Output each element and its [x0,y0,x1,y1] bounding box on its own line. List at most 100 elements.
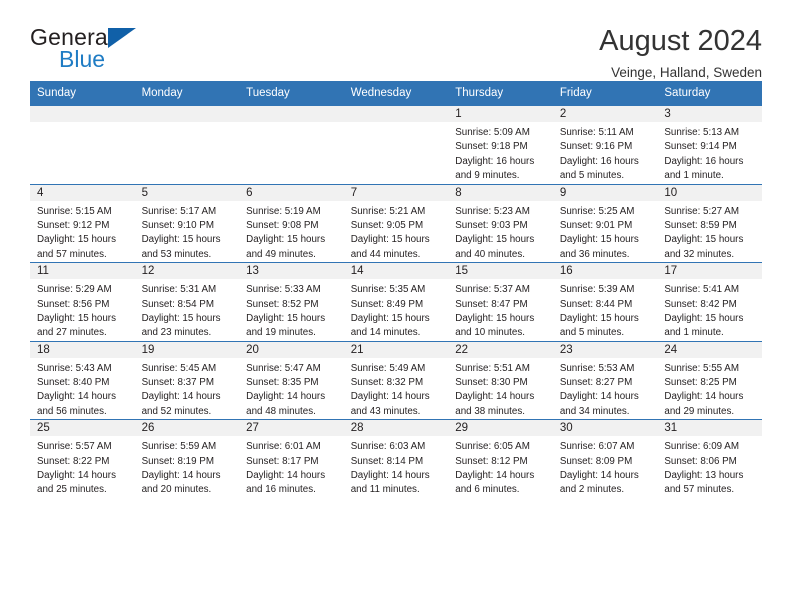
sunset-time: Sunset: 8:22 PM [37,455,110,467]
sunrise-time: Sunrise: 5:33 AM [246,284,321,296]
sunrise-time: Sunrise: 5:49 AM [350,362,426,374]
sun-times-block: Sunrise: 6:07 AM Sunset: 8:09 PM Daylight:… [553,436,658,498]
calendar-day-cell[interactable]: 20 Sunrise: 5:47 AM Sunset: 8:35 PM Dayligh… [239,340,344,420]
sunrise-time: Sunrise: 5:11 AM [559,127,634,138]
calendar-day-cell[interactable]: 29 Sunrise: 6:05 AM Sunset: 8:12 PM Dayligh… [448,419,553,498]
calendar-day-cell[interactable]: 25 Sunrise: 5:57 AM Sunset: 8:22 PM Dayligh… [30,419,135,498]
daylight-duration-line1: Daylight: 14 hours [37,470,116,482]
daylight-duration-line2: and 5 minutes. [559,327,625,339]
calendar-day-cell[interactable]: 5 Sunrise: 5:17 AM Sunset: 9:10 PM Daylight… [134,183,240,263]
calendar-day-cell[interactable]: 12 Sunrise: 5:31 AM Sunset: 8:54 PM Dayligh… [134,262,240,342]
general-blue-logo[interactable]: General Blue [30,26,150,80]
calendar-day-cell[interactable]: 31 Sunrise: 6:09 AM Sunset: 8:06 PM Dayligh… [657,419,762,498]
calendar-day-cell[interactable]: 8 Sunrise: 5:23 AM Sunset: 9:03 PM Daylight… [448,183,553,263]
calendar-day-cell[interactable]: 3 Sunrise: 5:13 AM Sunset: 9:14 PM Daylight… [657,105,762,185]
weekday-header-wednesday: Wednesday [343,81,449,106]
daylight-duration-line2: and 20 minutes. [141,484,212,496]
sunrise-time: Sunrise: 5:29 AM [37,284,112,296]
calendar-day-cell-empty [239,105,344,185]
day-number [134,106,240,122]
sun-times-block: Sunrise: 6:05 AM Sunset: 8:12 PM Daylight:… [448,436,553,498]
daylight-duration-line1: Daylight: 15 hours [141,312,221,324]
sun-times-block: Sunrise: 5:35 AM Sunset: 8:49 PM Daylight:… [344,279,449,341]
sun-times-block: Sunrise: 5:31 AM Sunset: 8:54 PM Daylight:… [135,279,240,341]
calendar-day-cell[interactable]: 6 Sunrise: 5:19 AM Sunset: 9:08 PM Daylight… [239,183,344,263]
daylight-duration-line2: and 11 minutes. [350,484,420,496]
calendar-day-cell[interactable]: 22 Sunrise: 5:51 AM Sunset: 8:30 PM Dayligh… [448,340,553,420]
calendar-day-cell[interactable]: 30 Sunrise: 6:07 AM Sunset: 8:09 PM Dayligh… [552,419,658,498]
calendar-day-cell[interactable]: 10 Sunrise: 5:27 AM Sunset: 8:59 PM Dayligh… [657,183,762,263]
sunrise-time: Sunrise: 5:23 AM [455,205,530,217]
calendar-day-cell[interactable]: 9 Sunrise: 5:25 AM Sunset: 9:01 PM Daylight… [552,183,658,263]
sunset-time: Sunset: 8:35 PM [246,377,319,389]
day-number: 22 [448,341,553,358]
calendar-grid: Sunday Monday Tuesday Wednesday Thursday… [30,81,762,498]
weekday-header-friday: Friday [552,81,658,106]
sunset-time: Sunset: 9:16 PM [559,141,633,153]
calendar-day-cell[interactable]: 21 Sunrise: 5:49 AM Sunset: 8:32 PM Dayligh… [343,340,449,420]
calendar-body: 1 Sunrise: 5:09 AM Sunset: 9:18 PM Daylight… [30,105,762,498]
sun-times-block: Sunrise: 5:13 AM Sunset: 9:14 PM Daylight:… [657,122,762,184]
logo-triangle-icon [108,28,136,48]
sun-times-block: Sunrise: 5:21 AM Sunset: 9:05 PM Daylight:… [344,201,449,263]
daylight-duration-line1: Daylight: 15 hours [141,234,221,246]
day-number [239,106,344,122]
calendar-day-cell[interactable]: 17 Sunrise: 5:41 AM Sunset: 8:42 PM Dayligh… [657,262,762,342]
calendar-page: General Blue August 2024 Veinge, Halland… [0,0,792,612]
calendar-day-cell[interactable]: 14 Sunrise: 5:35 AM Sunset: 8:49 PM Dayligh… [343,262,449,342]
weekday-header-row: Sunday Monday Tuesday Wednesday Thursday… [30,81,762,106]
calendar-day-cell[interactable]: 4 Sunrise: 5:15 AM Sunset: 9:12 PM Daylight… [30,183,135,263]
calendar-day-cell[interactable]: 26 Sunrise: 5:59 AM Sunset: 8:19 PM Dayligh… [134,419,240,498]
sun-times-block: Sunrise: 5:29 AM Sunset: 8:56 PM Daylight:… [30,279,135,341]
sunrise-time: Sunrise: 5:53 AM [559,362,635,374]
sunset-time: Sunset: 8:54 PM [141,298,214,310]
day-number: 19 [134,341,240,358]
calendar-week-row: 1 Sunrise: 5:09 AM Sunset: 9:18 PM Daylight… [30,105,762,185]
sunrise-time: Sunrise: 5:17 AM [141,205,217,217]
calendar-day-cell[interactable]: 23 Sunrise: 5:53 AM Sunset: 8:27 PM Dayligh… [552,340,658,420]
sun-times-block: Sunrise: 5:09 AM Sunset: 9:18 PM Daylight:… [448,122,553,184]
calendar-day-cell[interactable]: 28 Sunrise: 6:03 AM Sunset: 8:14 PM Dayligh… [343,419,449,498]
sunset-time: Sunset: 8:25 PM [664,377,737,389]
daylight-duration-line1: Daylight: 14 hours [246,470,326,482]
daylight-duration-line2: and 34 minutes. [559,405,630,417]
logo-text-blue: Blue [59,46,106,72]
sun-times-block: Sunrise: 5:37 AM Sunset: 8:47 PM Daylight:… [448,279,553,341]
weekday-header-thursday: Thursday [448,81,553,106]
day-number: 31 [657,420,762,437]
daylight-duration-line1: Daylight: 15 hours [455,312,535,324]
day-number: 18 [30,341,135,358]
daylight-duration-line1: Daylight: 15 hours [37,312,116,324]
day-number: 17 [657,263,762,280]
daylight-duration-line2: and 9 minutes. [455,170,520,182]
calendar-day-cell[interactable]: 13 Sunrise: 5:33 AM Sunset: 8:52 PM Dayligh… [239,262,344,342]
daylight-duration-line2: and 43 minutes. [350,405,421,417]
sunset-time: Sunset: 8:56 PM [37,298,110,310]
calendar-day-cell[interactable]: 11 Sunrise: 5:29 AM Sunset: 8:56 PM Dayligh… [30,262,135,342]
daylight-duration-line2: and 6 minutes. [455,484,520,496]
calendar-day-cell[interactable]: 19 Sunrise: 5:45 AM Sunset: 8:37 PM Dayligh… [134,340,240,420]
calendar-day-cell[interactable]: 15 Sunrise: 5:37 AM Sunset: 8:47 PM Dayligh… [448,262,553,342]
sunset-time: Sunset: 8:27 PM [559,377,633,389]
calendar-day-cell[interactable]: 16 Sunrise: 5:39 AM Sunset: 8:44 PM Dayligh… [552,262,658,342]
sun-times-block: Sunrise: 5:45 AM Sunset: 8:37 PM Daylight:… [135,358,240,420]
calendar-day-cell[interactable]: 2 Sunrise: 5:11 AM Sunset: 9:16 PM Daylight… [552,105,658,185]
daylight-duration-line2: and 29 minutes. [664,405,735,417]
calendar-day-cell[interactable]: 27 Sunrise: 6:01 AM Sunset: 8:17 PM Dayligh… [239,419,344,498]
sunrise-time: Sunrise: 5:19 AM [246,205,321,217]
daylight-duration-line1: Daylight: 15 hours [664,234,744,246]
calendar-day-cell[interactable]: 1 Sunrise: 5:09 AM Sunset: 9:18 PM Daylight… [448,105,553,185]
day-number: 1 [448,106,553,122]
sunrise-time: Sunrise: 5:09 AM [455,127,530,138]
calendar-day-cell[interactable]: 24 Sunrise: 5:55 AM Sunset: 8:25 PM Dayligh… [657,340,762,420]
page-header: General Blue August 2024 Veinge, Halland… [30,0,762,81]
weekday-header-sunday: Sunday [30,81,135,106]
sunset-time: Sunset: 8:44 PM [559,298,633,310]
daylight-duration-line1: Daylight: 14 hours [350,470,430,482]
sunrise-time: Sunrise: 5:45 AM [141,362,217,374]
calendar-day-cell[interactable]: 7 Sunrise: 5:21 AM Sunset: 9:05 PM Daylight… [343,183,449,263]
daylight-duration-line1: Daylight: 13 hours [664,470,744,482]
sunrise-time: Sunrise: 5:25 AM [559,205,635,217]
daylight-duration-line2: and 57 minutes. [664,484,735,496]
calendar-day-cell[interactable]: 18 Sunrise: 5:43 AM Sunset: 8:40 PM Dayligh… [30,340,135,420]
